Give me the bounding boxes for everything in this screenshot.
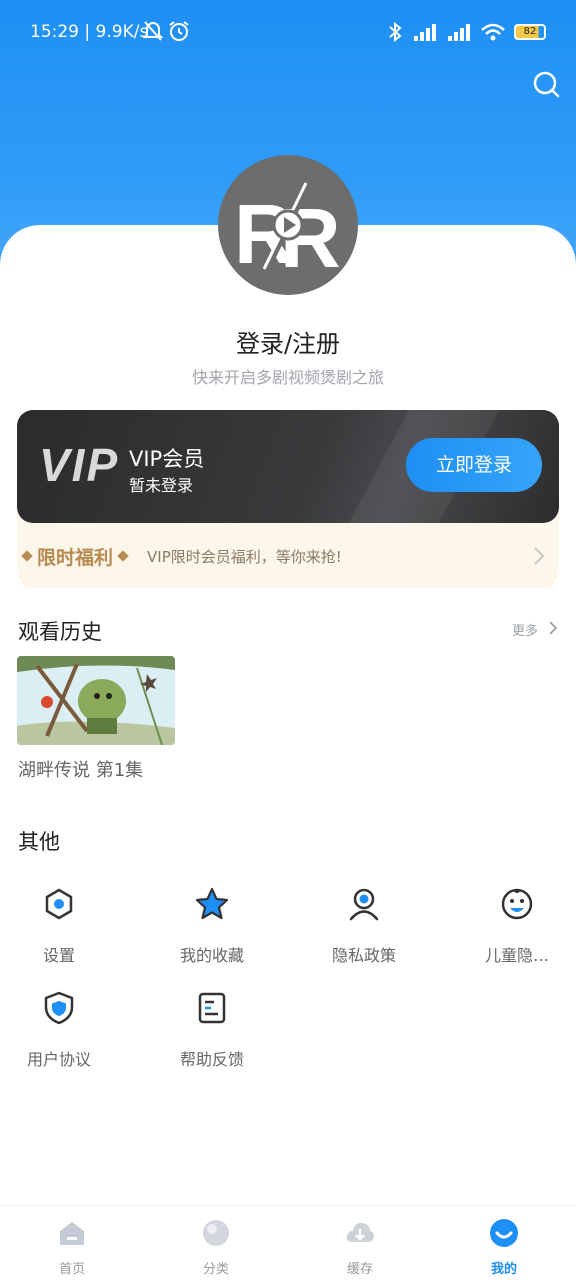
- favorites-item[interactable]: 我的收藏: [162, 886, 262, 966]
- app-logo-icon: R R: [234, 182, 341, 285]
- history-item-title[interactable]: 湖畔传说 第1集: [18, 756, 143, 782]
- help-feedback-label: 帮助反馈: [179, 1050, 244, 1069]
- help-feedback-item[interactable]: 帮助反馈: [162, 990, 262, 1070]
- bottom-tab-bar: 首页 分类 缓存 我的: [0, 1205, 576, 1280]
- vip-title: VIP会员: [129, 447, 205, 471]
- tab-category[interactable]: 分类: [176, 1218, 256, 1277]
- home-icon: [60, 1222, 84, 1245]
- avatar[interactable]: R R: [218, 155, 358, 295]
- cartoon-thumbnail-image: [17, 656, 175, 745]
- child-privacy-item[interactable]: 儿童隐…: [467, 886, 567, 966]
- battery-icon: 82: [514, 24, 546, 40]
- privacy-policy-item[interactable]: 隐私政策: [314, 886, 414, 966]
- bell-muted-icon: [143, 21, 163, 41]
- user-privacy-icon: [349, 888, 379, 921]
- login-register-link[interactable]: 登录/注册: [0, 324, 576, 359]
- status-time: 15:29 | 9.9K/s: [30, 22, 149, 42]
- child-face-icon: [501, 888, 533, 920]
- privacy-policy-label: 隐私政策: [331, 946, 396, 965]
- star-icon: [195, 887, 229, 920]
- tab-home-label: 首页: [58, 1262, 85, 1277]
- hexagon-settings-icon: [45, 888, 73, 920]
- diamond-icon: [117, 550, 129, 562]
- login-subtitle: 快来开启多剧视频煲剧之旅: [191, 368, 384, 387]
- tab-category-label: 分类: [202, 1262, 229, 1277]
- vip-benefit-banner[interactable]: 限时福利 VIP限时会员福利，等你来抢!: [17, 534, 559, 578]
- benefit-description: VIP限时会员福利，等你来抢!: [147, 547, 342, 566]
- tab-cache[interactable]: 缓存: [320, 1218, 400, 1277]
- status-right-icons: 82: [386, 22, 546, 42]
- vip-card: VIP VIP会员 暂未登录 立即登录: [17, 410, 559, 523]
- download-cloud-icon: [346, 1223, 374, 1242]
- shield-icon: [44, 991, 74, 1025]
- favorites-label: 我的收藏: [179, 946, 244, 965]
- chevron-right-icon[interactable]: [548, 620, 558, 636]
- child-privacy-label: 儿童隐…: [484, 946, 549, 965]
- settings-item[interactable]: 设置: [9, 886, 109, 966]
- other-title: 其他: [18, 830, 60, 854]
- benefit-badge: 限时福利: [37, 546, 114, 569]
- tab-home[interactable]: 首页: [32, 1218, 112, 1277]
- category-icon: [203, 1220, 229, 1246]
- history-title: 观看历史: [18, 620, 102, 644]
- diamond-icon: [21, 550, 33, 562]
- wifi-icon: [481, 23, 505, 41]
- login-now-button[interactable]: 立即登录: [406, 438, 542, 492]
- signal-icon: [414, 24, 436, 41]
- vip-logo: VIP: [39, 439, 120, 491]
- profile-smile-icon: [490, 1219, 518, 1247]
- signal-icon-2: [448, 24, 470, 41]
- settings-label: 设置: [42, 946, 75, 965]
- chevron-right-icon: [534, 547, 545, 565]
- history-more-link[interactable]: 更多: [512, 620, 538, 639]
- tab-mine[interactable]: 我的: [464, 1218, 544, 1277]
- alarm-icon: [169, 21, 189, 41]
- tab-mine-label: 我的: [490, 1262, 517, 1277]
- document-icon: [198, 992, 226, 1024]
- bluetooth-icon: [389, 22, 402, 42]
- user-agreement-label: 用户协议: [26, 1050, 91, 1069]
- vip-status: 暂未登录: [129, 476, 194, 495]
- search-icon[interactable]: [530, 68, 562, 100]
- history-thumbnail[interactable]: [17, 656, 175, 745]
- status-bar: 15:29 | 9.9K/s 82: [0, 18, 576, 50]
- tab-cache-label: 缓存: [346, 1262, 373, 1277]
- user-agreement-item[interactable]: 用户协议: [9, 990, 109, 1070]
